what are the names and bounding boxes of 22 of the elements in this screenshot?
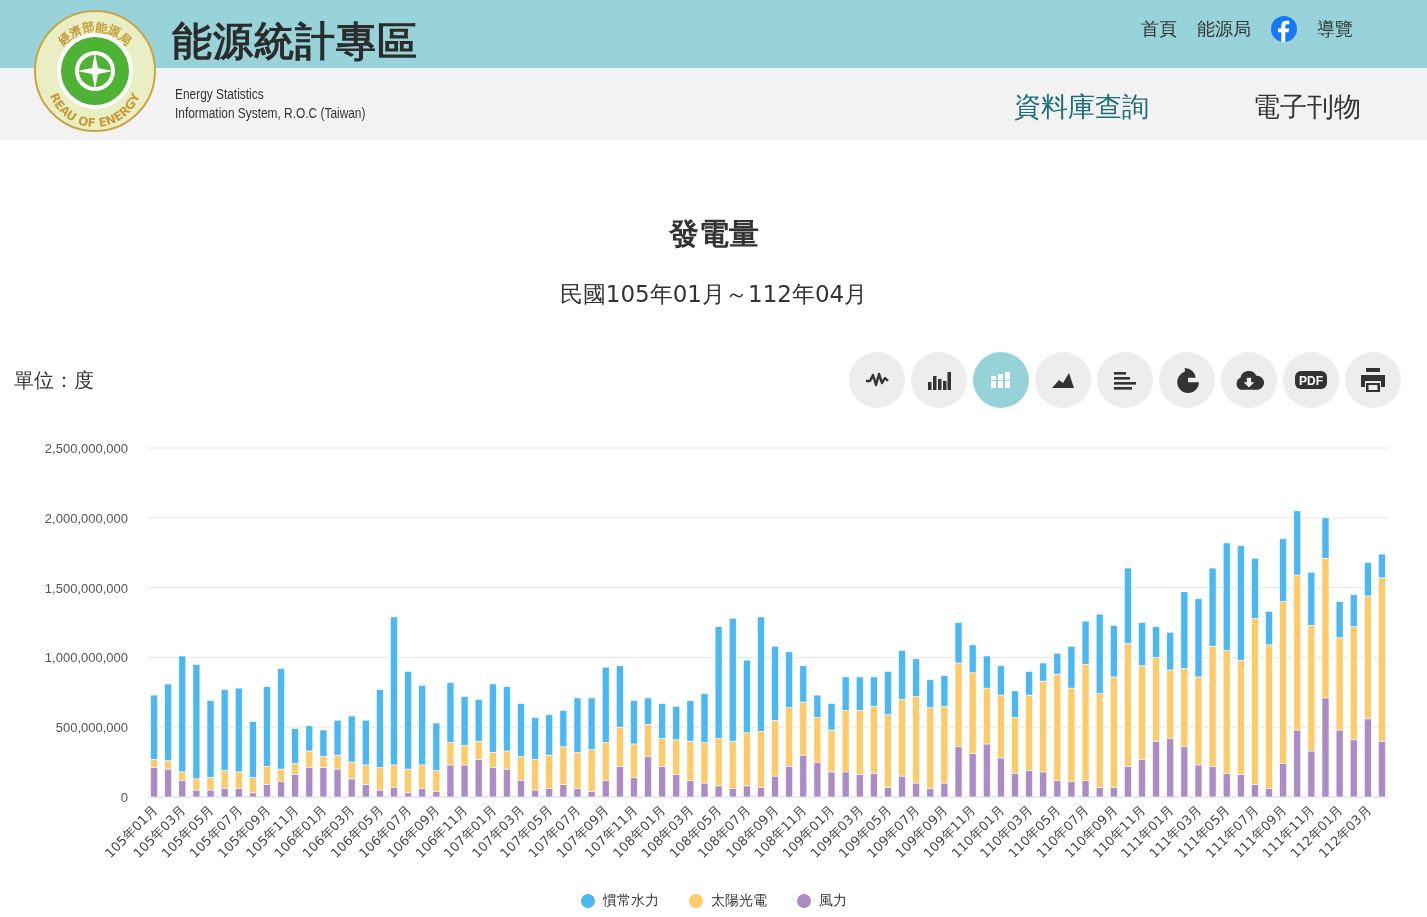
nav-link[interactable]: 導覽 (1317, 17, 1353, 41)
site-subtitle: Information System, R.O.C (Taiwan) (175, 104, 366, 123)
unit-label: 單位：度 (14, 366, 94, 394)
pdf-icon: PDF (1295, 370, 1327, 390)
chart-title: 發電量 (667, 215, 760, 253)
main-nav-link[interactable]: 電子刊物 (1253, 88, 1361, 125)
pdf-chart-button[interactable]: PDF (1283, 352, 1339, 408)
y-axis-label: 1,000,000,000 (44, 650, 128, 666)
y-axis-label: 2,500,000,000 (44, 441, 128, 456)
y-axis-label: 0 (120, 790, 128, 805)
y-axis-label: 500,000,000 (55, 720, 128, 736)
main-nav-link[interactable]: 資料庫查詢 (1014, 88, 1149, 125)
legend-label[interactable]: 慣常水力 (602, 892, 659, 910)
legend-label[interactable]: 太陽光電 (710, 892, 767, 910)
chart-subtitle: 民國105年01月～112年04月 (558, 280, 869, 309)
nav-link[interactable]: 能源局 (1197, 17, 1251, 41)
site-title: 能源統計專區 (172, 17, 418, 66)
y-axis-label: 2,000,000,000 (44, 510, 128, 526)
y-axis-label: 1,500,000,000 (44, 580, 128, 596)
site-subtitle: Energy Statistics (175, 85, 265, 104)
nav-link[interactable]: 首頁 (1141, 17, 1177, 41)
legend-label[interactable]: 風力 (818, 892, 847, 910)
